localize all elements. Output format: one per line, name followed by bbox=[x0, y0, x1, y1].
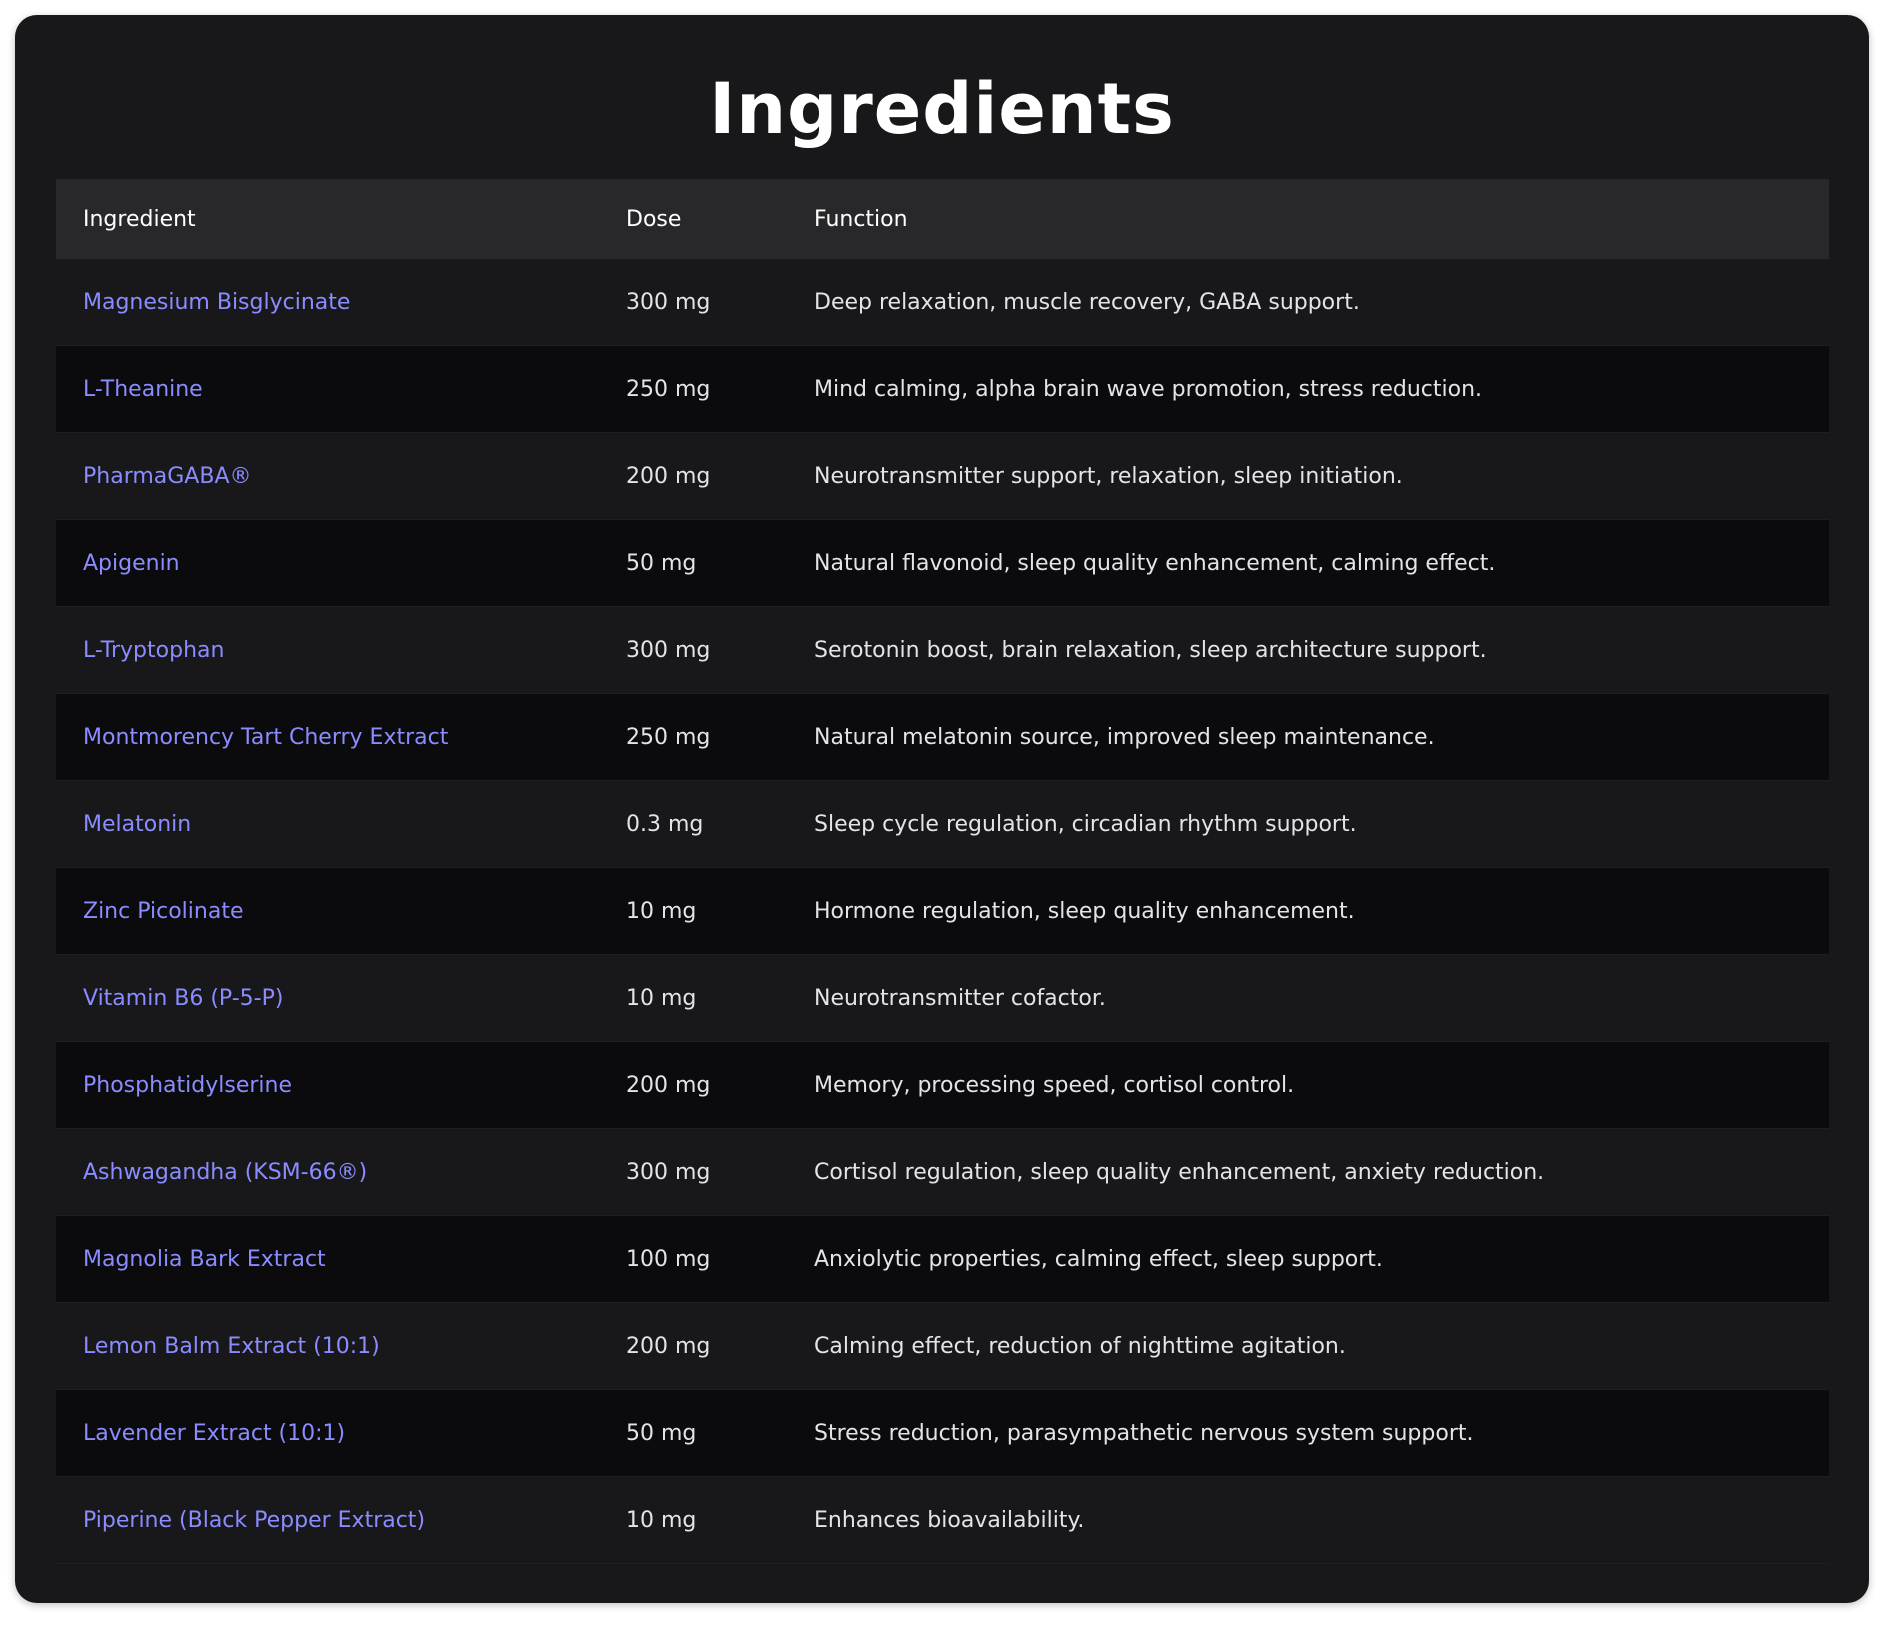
ingredient-dose: 10 mg bbox=[626, 985, 697, 1011]
page-title: Ingredients bbox=[709, 68, 1175, 150]
table-header: Ingredient Dose Function bbox=[56, 179, 1829, 259]
ingredient-function: Enhances bioavailability. bbox=[814, 1507, 1085, 1533]
ingredient-dose: 10 mg bbox=[626, 898, 697, 924]
ingredients-table: Ingredient Dose Function Magnesium Bisgl… bbox=[56, 179, 1829, 1564]
table-body: Magnesium Bisglycinate 300 mg Deep relaxat… bbox=[56, 259, 1829, 1564]
ingredient-dose: 50 mg bbox=[626, 1420, 697, 1446]
table-row: Lavender Extract (10:1) 50 mg Stress reduc… bbox=[56, 1390, 1829, 1477]
table-row: Magnesium Bisglycinate 300 mg Deep relaxat… bbox=[56, 259, 1829, 346]
table-row: Ashwagandha (KSM-66®) 300 mg Cortisol regu… bbox=[56, 1129, 1829, 1216]
table-row: PharmaGABA® 200 mg Neurotransmitter suppor… bbox=[56, 433, 1829, 520]
table-row: Magnolia Bark Extract 100 mg Anxiolytic pr… bbox=[56, 1216, 1829, 1303]
ingredient-function: Natural melatonin source, improved sleep… bbox=[814, 724, 1435, 750]
ingredient-name[interactable]: L-Tryptophan bbox=[56, 638, 626, 663]
ingredient-dose: 250 mg bbox=[626, 724, 711, 750]
table-row: L-Theanine 250 mg Mind calming, alpha brai… bbox=[56, 346, 1829, 433]
ingredient-name[interactable]: Vitamin B6 (P-5-P) bbox=[56, 986, 626, 1011]
ingredient-function: Anxiolytic properties, calming effect, s… bbox=[814, 1246, 1383, 1272]
ingredient-name[interactable]: PharmaGABA® bbox=[56, 464, 626, 489]
ingredient-name[interactable]: Phosphatidylserine bbox=[56, 1073, 626, 1098]
table-row: Phosphatidylserine 200 mg Memory, processi… bbox=[56, 1042, 1829, 1129]
ingredient-dose: 0.3 mg bbox=[626, 811, 704, 837]
table-row: Zinc Picolinate 10 mg Hormone regulation, … bbox=[56, 868, 1829, 955]
ingredient-name[interactable]: Piperine (Black Pepper Extract) bbox=[56, 1508, 626, 1533]
ingredient-dose: 200 mg bbox=[626, 1072, 711, 1098]
ingredient-function: Sleep cycle regulation, circadian rhythm… bbox=[814, 811, 1357, 837]
ingredient-function: Hormone regulation, sleep quality enhanc… bbox=[814, 898, 1355, 924]
ingredient-name[interactable]: Magnesium Bisglycinate bbox=[56, 290, 626, 315]
column-header-ingredient: Ingredient bbox=[83, 206, 196, 232]
table-row: Lemon Balm Extract (10:1) 200 mg Calming e… bbox=[56, 1303, 1829, 1390]
column-header-dose: Dose bbox=[626, 206, 682, 232]
ingredient-dose: 300 mg bbox=[626, 637, 711, 663]
ingredients-card: Ingredients Ingredient Dose Function Mag… bbox=[15, 15, 1869, 1603]
ingredient-function: Neurotransmitter support, relaxation, sl… bbox=[814, 463, 1403, 489]
ingredient-dose: 250 mg bbox=[626, 376, 711, 402]
ingredient-function: Stress reduction, parasympathetic nervou… bbox=[814, 1420, 1474, 1446]
ingredient-dose: 200 mg bbox=[626, 1333, 711, 1359]
ingredient-name[interactable]: Apigenin bbox=[56, 551, 626, 576]
ingredient-dose: 100 mg bbox=[626, 1246, 711, 1272]
ingredient-dose: 300 mg bbox=[626, 289, 711, 315]
ingredient-name[interactable]: Montmorency Tart Cherry Extract bbox=[56, 725, 626, 750]
ingredient-name[interactable]: Lavender Extract (10:1) bbox=[56, 1421, 626, 1446]
ingredient-name[interactable]: Magnolia Bark Extract bbox=[56, 1247, 626, 1272]
ingredient-name[interactable]: Zinc Picolinate bbox=[56, 899, 626, 924]
ingredient-function: Deep relaxation, muscle recovery, GABA s… bbox=[814, 289, 1360, 315]
ingredient-dose: 300 mg bbox=[626, 1159, 711, 1185]
ingredient-function: Calming effect, reduction of nighttime a… bbox=[814, 1333, 1346, 1359]
ingredient-name[interactable]: L-Theanine bbox=[56, 377, 626, 402]
ingredient-dose: 200 mg bbox=[626, 463, 711, 489]
ingredient-dose: 10 mg bbox=[626, 1507, 697, 1533]
table-row: Montmorency Tart Cherry Extract 250 mg Nat… bbox=[56, 694, 1829, 781]
ingredient-function: Serotonin boost, brain relaxation, sleep… bbox=[814, 637, 1487, 663]
table-row: Piperine (Black Pepper Extract) 10 mg Enha… bbox=[56, 1477, 1829, 1564]
table-row: Apigenin 50 mg Natural flavonoid, sleep qu… bbox=[56, 520, 1829, 607]
table-row: L-Tryptophan 300 mg Serotonin boost, brain… bbox=[56, 607, 1829, 694]
ingredient-function: Cortisol regulation, sleep quality enhan… bbox=[814, 1159, 1545, 1185]
ingredient-function: Mind calming, alpha brain wave promotion… bbox=[814, 376, 1483, 402]
table-row: Melatonin 0.3 mg Sleep cycle regulation, c… bbox=[56, 781, 1829, 868]
ingredient-function: Natural flavonoid, sleep quality enhance… bbox=[814, 550, 1496, 576]
ingredient-dose: 50 mg bbox=[626, 550, 697, 576]
ingredient-function: Memory, processing speed, cortisol contr… bbox=[814, 1072, 1295, 1098]
table-row: Vitamin B6 (P-5-P) 10 mg Neurotransmitter … bbox=[56, 955, 1829, 1042]
ingredient-name[interactable]: Lemon Balm Extract (10:1) bbox=[56, 1334, 626, 1359]
ingredient-name[interactable]: Melatonin bbox=[56, 812, 626, 837]
ingredient-function: Neurotransmitter cofactor. bbox=[814, 985, 1106, 1011]
ingredient-name[interactable]: Ashwagandha (KSM-66®) bbox=[56, 1160, 626, 1185]
column-header-function: Function bbox=[814, 206, 908, 232]
